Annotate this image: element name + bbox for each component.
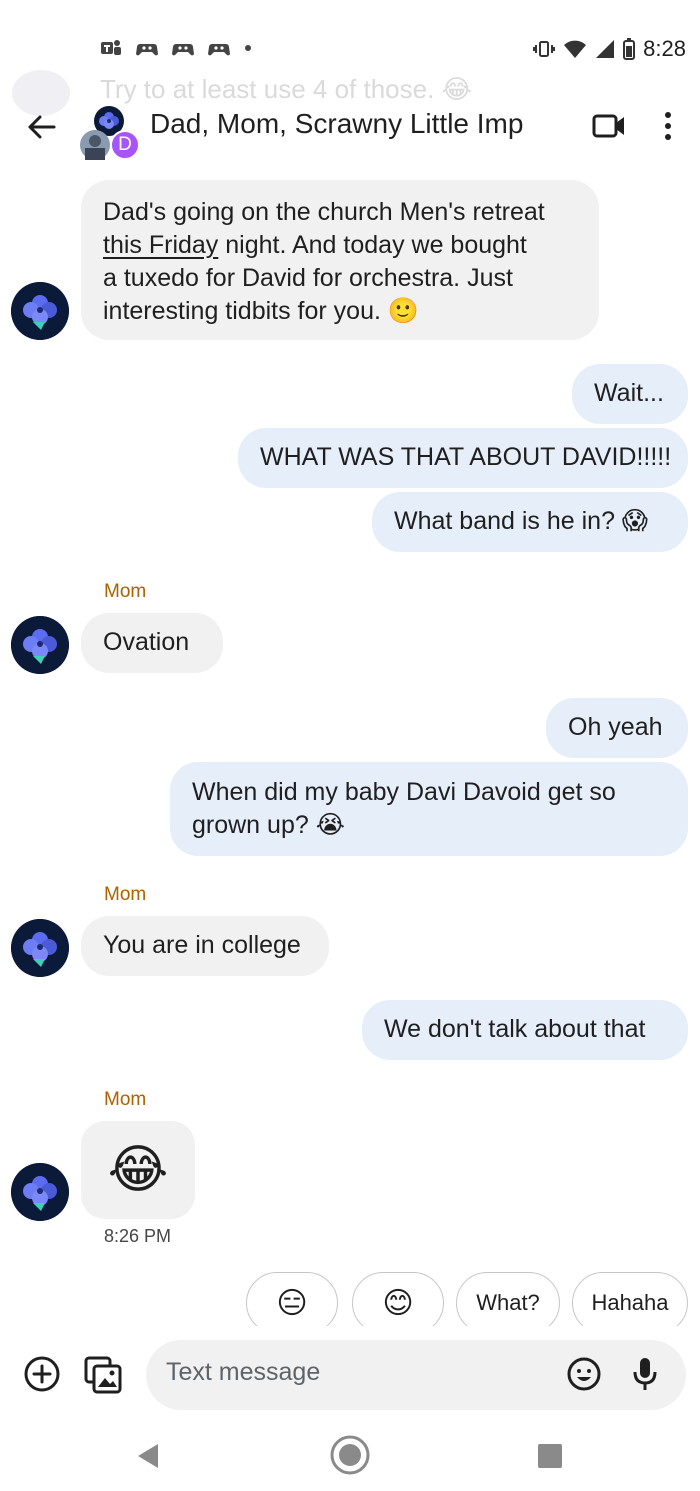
message-line: this Friday night. And today we bought xyxy=(103,231,527,259)
status-bar: 8:28 xyxy=(0,0,700,80)
more-options-icon[interactable] xyxy=(658,108,678,144)
nav-back-icon[interactable] xyxy=(136,1442,160,1470)
signal-icon xyxy=(596,40,615,58)
sender-name: Mom xyxy=(104,884,147,905)
flower-avatar-icon xyxy=(11,282,69,340)
outgoing-message[interactable]: Oh yeah xyxy=(546,698,688,758)
conversation-title[interactable]: Dad, Mom, Scrawny Little Imp xyxy=(150,108,523,140)
outgoing-message[interactable]: Wait... xyxy=(572,364,688,424)
message-line: a tuxedo for David for orchestra. Just xyxy=(103,264,513,292)
message-input-placeholder: Text message xyxy=(166,1358,321,1386)
game-controller-icon xyxy=(208,44,230,56)
sender-name: Mom xyxy=(104,581,147,602)
outgoing-message[interactable]: WHAT WAS THAT ABOUT DAVID!!!!! xyxy=(238,428,688,488)
message-line: grown up? 😭 xyxy=(192,811,345,839)
message-line: Dad's going on the church Men's retreat xyxy=(103,198,545,226)
incoming-message[interactable]: Ovation xyxy=(81,613,223,673)
back-arrow-icon[interactable] xyxy=(24,110,58,144)
date-link[interactable]: this Friday xyxy=(103,231,218,259)
sender-name: Mom xyxy=(104,1089,147,1110)
suggestion-chip[interactable]: What? xyxy=(456,1272,560,1334)
microphone-icon[interactable] xyxy=(632,1356,658,1392)
nav-home-icon[interactable] xyxy=(329,1434,371,1476)
group-avatar[interactable]: D xyxy=(80,100,142,160)
suggestion-chip[interactable]: 😊 xyxy=(352,1272,444,1334)
sender-avatar[interactable] xyxy=(11,282,69,340)
dot-icon xyxy=(245,45,251,51)
message-timestamp: 8:26 PM xyxy=(104,1226,172,1246)
incoming-message[interactable]: Dad's going on the church Men's retreat … xyxy=(81,180,599,340)
message-line: interesting tidbits for you. 🙂 xyxy=(103,297,419,325)
conversation-header: D Dad, Mom, Scrawny Little Imp xyxy=(0,92,700,164)
sender-avatar[interactable] xyxy=(11,616,69,674)
photo-avatar-icon xyxy=(80,130,110,160)
incoming-message[interactable]: You are in college xyxy=(81,916,329,976)
system-icons: 8:28 xyxy=(533,36,686,62)
sender-avatar[interactable] xyxy=(11,1163,69,1221)
video-call-icon[interactable] xyxy=(592,112,626,140)
suggestion-chip[interactable]: Hahaha xyxy=(572,1272,688,1334)
emoji-icon[interactable] xyxy=(566,1356,602,1392)
sender-avatar[interactable] xyxy=(11,919,69,977)
outgoing-message[interactable]: We don't talk about that xyxy=(362,1000,688,1060)
nav-recents-icon[interactable] xyxy=(538,1444,562,1468)
flower-avatar-icon xyxy=(11,616,69,674)
battery-icon xyxy=(623,38,636,60)
suggestion-fade xyxy=(0,1326,700,1340)
letter-avatar: D xyxy=(110,130,140,160)
incoming-emoji-message[interactable]: 😂 xyxy=(81,1121,195,1219)
flower-avatar-icon xyxy=(11,1163,69,1221)
game-controller-icon xyxy=(136,44,158,56)
add-attachment-icon[interactable] xyxy=(22,1354,62,1394)
flower-avatar-icon xyxy=(11,919,69,977)
vibrate-icon xyxy=(533,41,556,57)
clock: 8:28 xyxy=(643,36,686,61)
wifi-icon xyxy=(564,40,587,58)
outgoing-message[interactable]: What band is he in? 😱 xyxy=(372,492,688,552)
notification-icons xyxy=(100,38,252,58)
teams-icon xyxy=(101,40,121,55)
suggestion-chip[interactable]: 😑 xyxy=(246,1272,338,1334)
gallery-icon[interactable] xyxy=(82,1354,124,1396)
game-controller-icon xyxy=(172,44,194,56)
message-line: When did my baby Davi Davoid get so xyxy=(192,778,616,806)
outgoing-message[interactable]: When did my baby Davi Davoid get so grow… xyxy=(170,762,688,856)
